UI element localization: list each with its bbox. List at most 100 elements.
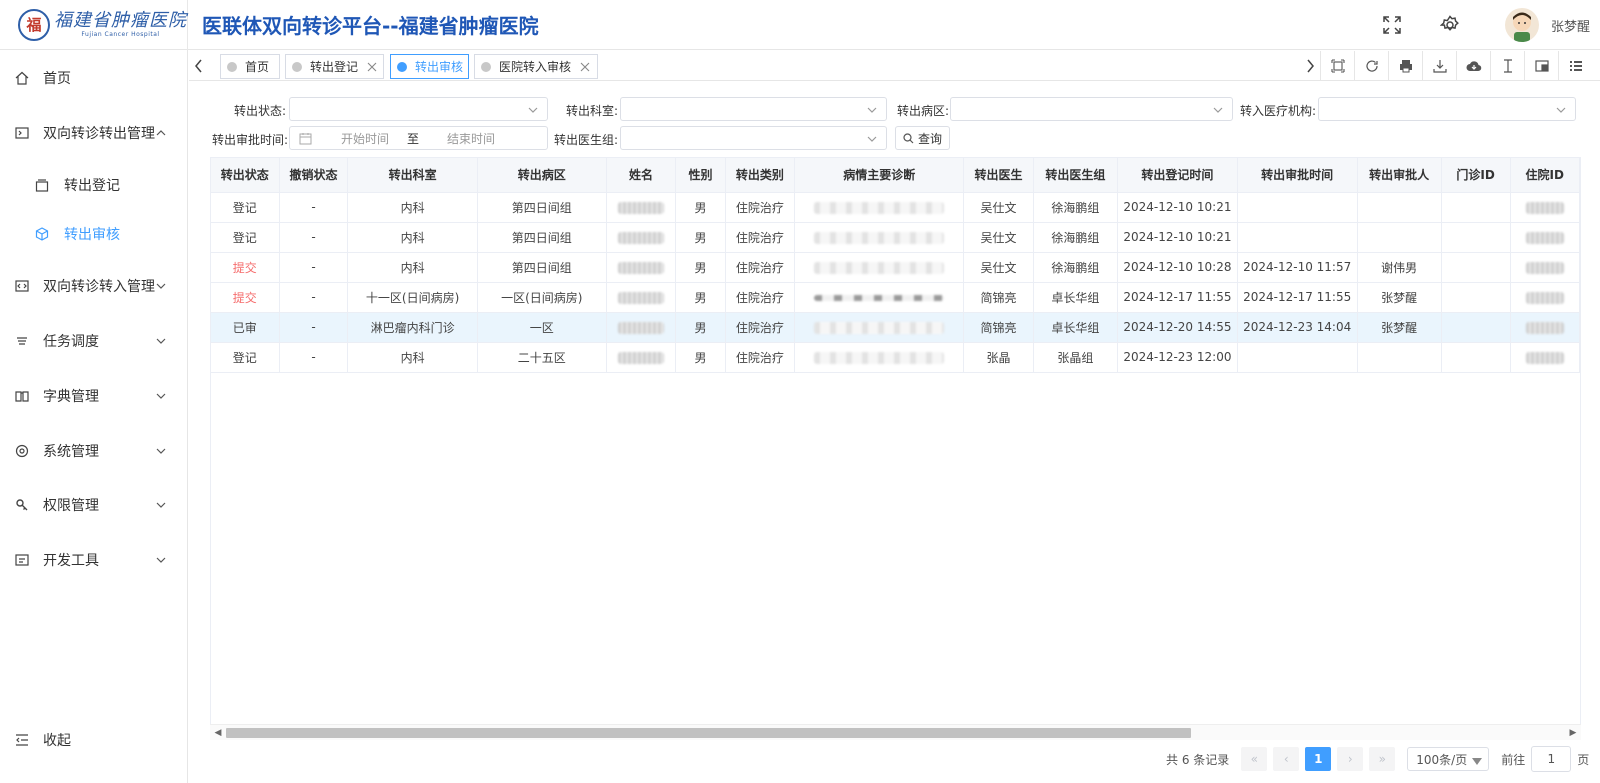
column-header[interactable]: 转出审批人 — [1357, 158, 1442, 193]
scroll-right-arrow-icon[interactable]: ▶ — [1567, 727, 1579, 739]
sidebar-item-referral-out[interactable]: 双向转诊转出管理 — [0, 113, 188, 153]
tab-home[interactable]: 首页 — [220, 54, 280, 79]
last-page-button[interactable]: » — [1369, 747, 1396, 771]
sidebar-item-referral-in[interactable]: 双向转诊转入管理 — [0, 266, 188, 306]
dept-cell: 淋巴瘤内科门诊 — [347, 312, 478, 343]
gender-cell: 男 — [675, 252, 726, 283]
close-icon[interactable] — [579, 61, 591, 73]
column-header[interactable]: 转出病区 — [477, 158, 607, 193]
status-cell: 登记 — [211, 342, 280, 373]
column-header[interactable]: 转出医生 — [963, 158, 1034, 193]
first-page-button[interactable]: « — [1241, 747, 1268, 771]
patient-name-cell — [606, 192, 677, 223]
page-number-button[interactable]: 1 — [1305, 747, 1332, 771]
end-date-input[interactable]: 结束时间 — [441, 130, 501, 147]
start-date-input[interactable]: 开始时间 — [335, 130, 395, 147]
table-row[interactable]: 登记 - 内科 二十五区 男住院治疗 张晶 张晶组 2024-12-23 12:00 — [211, 342, 1580, 373]
column-header[interactable]: 转出医生组 — [1033, 158, 1119, 193]
dept-select[interactable] — [620, 97, 887, 121]
cancel-status-cell: - — [279, 222, 349, 253]
query-button[interactable]: 查询 — [895, 126, 950, 150]
column-header[interactable]: 转出登记时间 — [1117, 158, 1238, 193]
sidebar-item-dev-tools[interactable]: 开发工具 — [0, 540, 188, 580]
scroll-left-arrow-icon[interactable]: ◀ — [212, 727, 224, 739]
horizontal-scrollbar[interactable]: ◀ ▶ — [210, 724, 1581, 740]
tab-hospital-in-review[interactable]: 医院转入审核 — [474, 54, 598, 79]
hospital-logo[interactable]: 福 福建省肿瘤医院 Fujian Cancer Hospital — [0, 0, 188, 50]
chevron-down-icon — [154, 444, 168, 458]
list-menu-icon[interactable] — [1558, 51, 1592, 81]
tabs-scroll-left-button[interactable] — [189, 51, 209, 81]
sidebar-collapse-button[interactable]: 收起 — [0, 720, 188, 760]
table-row[interactable]: 已审 - 淋巴瘤内科门诊 一区 男住院治疗 简锦亮 卓长华组 2024-12-20 14:55… — [211, 312, 1580, 343]
column-header[interactable]: 撤销状态 — [279, 158, 349, 193]
sidebar-item-dictionary[interactable]: 字典管理 — [0, 376, 188, 416]
window-icon[interactable] — [1524, 51, 1558, 81]
avatar[interactable] — [1504, 8, 1539, 42]
column-header[interactable]: 门诊ID — [1441, 158, 1511, 193]
dept-cell: 十一区(日间病房) — [347, 282, 478, 313]
redacted-name — [618, 231, 665, 244]
sidebar-item-label: 开发工具 — [43, 553, 99, 569]
sidebar-item-permission[interactable]: 权限管理 — [0, 485, 188, 525]
gender-cell: 男 — [675, 312, 726, 343]
category-cell: 住院治疗 — [725, 252, 796, 283]
column-header[interactable]: 住院ID — [1510, 158, 1580, 193]
text-cursor-icon[interactable] — [1490, 51, 1524, 81]
inpatient-id-cell — [1510, 252, 1580, 283]
sidebar-item-system[interactable]: 系统管理 — [0, 431, 188, 471]
settings-gear-icon[interactable] — [1439, 14, 1461, 36]
page-size-select[interactable]: 100条/页 — [1407, 747, 1490, 771]
next-page-button[interactable]: › — [1337, 747, 1364, 771]
outpatient-id-cell — [1441, 222, 1511, 253]
gender-cell: 男 — [675, 282, 726, 313]
column-header[interactable]: 转出状态 — [211, 158, 280, 193]
column-header[interactable]: 转出科室 — [347, 158, 478, 193]
scrollbar-thumb[interactable] — [226, 728, 1191, 738]
column-header[interactable]: 转出类别 — [725, 158, 796, 193]
fullscreen-icon[interactable] — [1381, 14, 1403, 36]
approve-time-cell: 2024-12-17 11:55 — [1237, 282, 1358, 313]
tabs-scroll-right-button[interactable] — [1300, 51, 1320, 81]
code-icon — [14, 278, 30, 294]
print-icon[interactable] — [1388, 51, 1422, 81]
redacted-name — [618, 291, 665, 304]
column-header[interactable]: 病情主要诊断 — [794, 158, 965, 193]
table-row[interactable]: 登记 - 内科 第四日间组 男住院治疗 吴仕文 徐海鹏组 2024-12-10 10:21 — [211, 222, 1580, 253]
approve-date-range[interactable]: 开始时间 至 结束时间 — [289, 126, 548, 150]
approver-cell — [1357, 342, 1442, 373]
chevron-down-icon — [866, 104, 878, 116]
cloud-download-icon[interactable] — [1456, 51, 1490, 81]
status-select[interactable] — [289, 97, 548, 121]
table-row[interactable]: 提交 - 十一区(日间病房) 一区(日间病房) 男住院治疗 简锦亮 卓长华组 2024-12-… — [211, 282, 1580, 313]
column-header[interactable]: 姓名 — [606, 158, 677, 193]
close-icon[interactable] — [366, 61, 378, 73]
redacted-name — [618, 201, 665, 214]
username[interactable]: 张梦醒 — [1551, 16, 1590, 35]
status-cell: 登记 — [211, 222, 280, 253]
doctor-group-select[interactable] — [620, 126, 887, 150]
ward-select[interactable] — [950, 97, 1233, 121]
sidebar-item-task-schedule[interactable]: 任务调度 — [0, 321, 188, 361]
tab-out-review[interactable]: 转出审核 — [390, 54, 469, 79]
column-header[interactable]: 性别 — [675, 158, 726, 193]
institution-select[interactable] — [1318, 97, 1576, 121]
tab-out-register[interactable]: 转出登记 — [285, 54, 384, 79]
refresh-icon[interactable] — [1354, 51, 1388, 81]
sidebar-item-home[interactable]: 首页 — [0, 58, 188, 98]
table-row[interactable]: 提交 - 内科 第四日间组 男住院治疗 吴仕文 徐海鹏组 2024-12-10 10:28 20… — [211, 252, 1580, 283]
chevron-down-icon — [1555, 104, 1567, 116]
prev-page-button[interactable]: ‹ — [1273, 747, 1300, 771]
table-row[interactable]: 登记 - 内科 第四日间组 男住院治疗 吴仕文 徐海鹏组 2024-12-10 10:21 — [211, 192, 1580, 223]
sidebar-item-out-register[interactable]: 转出登记 — [0, 165, 188, 205]
sidebar-item-out-review[interactable]: 转出审核 — [0, 214, 188, 254]
ward-cell: 第四日间组 — [477, 252, 607, 283]
goto-page-input[interactable]: 1 — [1531, 746, 1572, 772]
column-header[interactable]: 转出审批时间 — [1237, 158, 1358, 193]
download-icon[interactable] — [1422, 51, 1456, 81]
frame-icon[interactable] — [1320, 51, 1354, 81]
cancel-status-cell: - — [279, 282, 349, 313]
logo-seal-icon: 福 — [18, 8, 50, 41]
doctor-cell: 简锦亮 — [963, 312, 1034, 343]
doctor-group-cell: 徐海鹏组 — [1033, 222, 1119, 253]
